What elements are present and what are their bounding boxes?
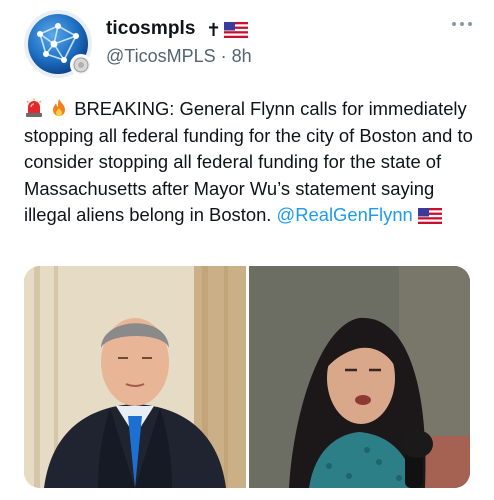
handle-line: @TicosMPLS · 8h <box>106 46 252 67</box>
photo-woman-at-microphone[interactable] <box>248 266 470 488</box>
tweet-media <box>24 266 470 488</box>
man-in-suit-photo <box>24 266 246 488</box>
mention-link[interactable]: @RealGenFlynn <box>277 204 413 225</box>
us-flag-icon <box>224 22 249 38</box>
woman-speaking-at-microphone-photo <box>248 266 470 488</box>
police-light-icon <box>26 98 42 117</box>
name-emojis: ✝ <box>206 20 249 40</box>
dot-icon <box>468 22 472 26</box>
tweet-text: BREAKING: General Flynn calls for immedi… <box>24 96 474 229</box>
fire-icon <box>53 99 66 116</box>
photo-man-in-suit[interactable] <box>24 266 246 488</box>
dot-icon <box>452 22 456 26</box>
latin-cross-icon: ✝ <box>206 20 222 40</box>
timestamp[interactable]: 8h <box>232 46 252 66</box>
avatar-seal-icon <box>70 54 92 76</box>
dot-icon <box>460 22 464 26</box>
separator: · <box>220 46 227 66</box>
handle[interactable]: @TicosMPLS <box>106 46 216 66</box>
us-flag-icon <box>417 208 442 224</box>
display-name[interactable]: ticosmpls <box>106 18 196 40</box>
more-options-button[interactable] <box>452 22 472 26</box>
